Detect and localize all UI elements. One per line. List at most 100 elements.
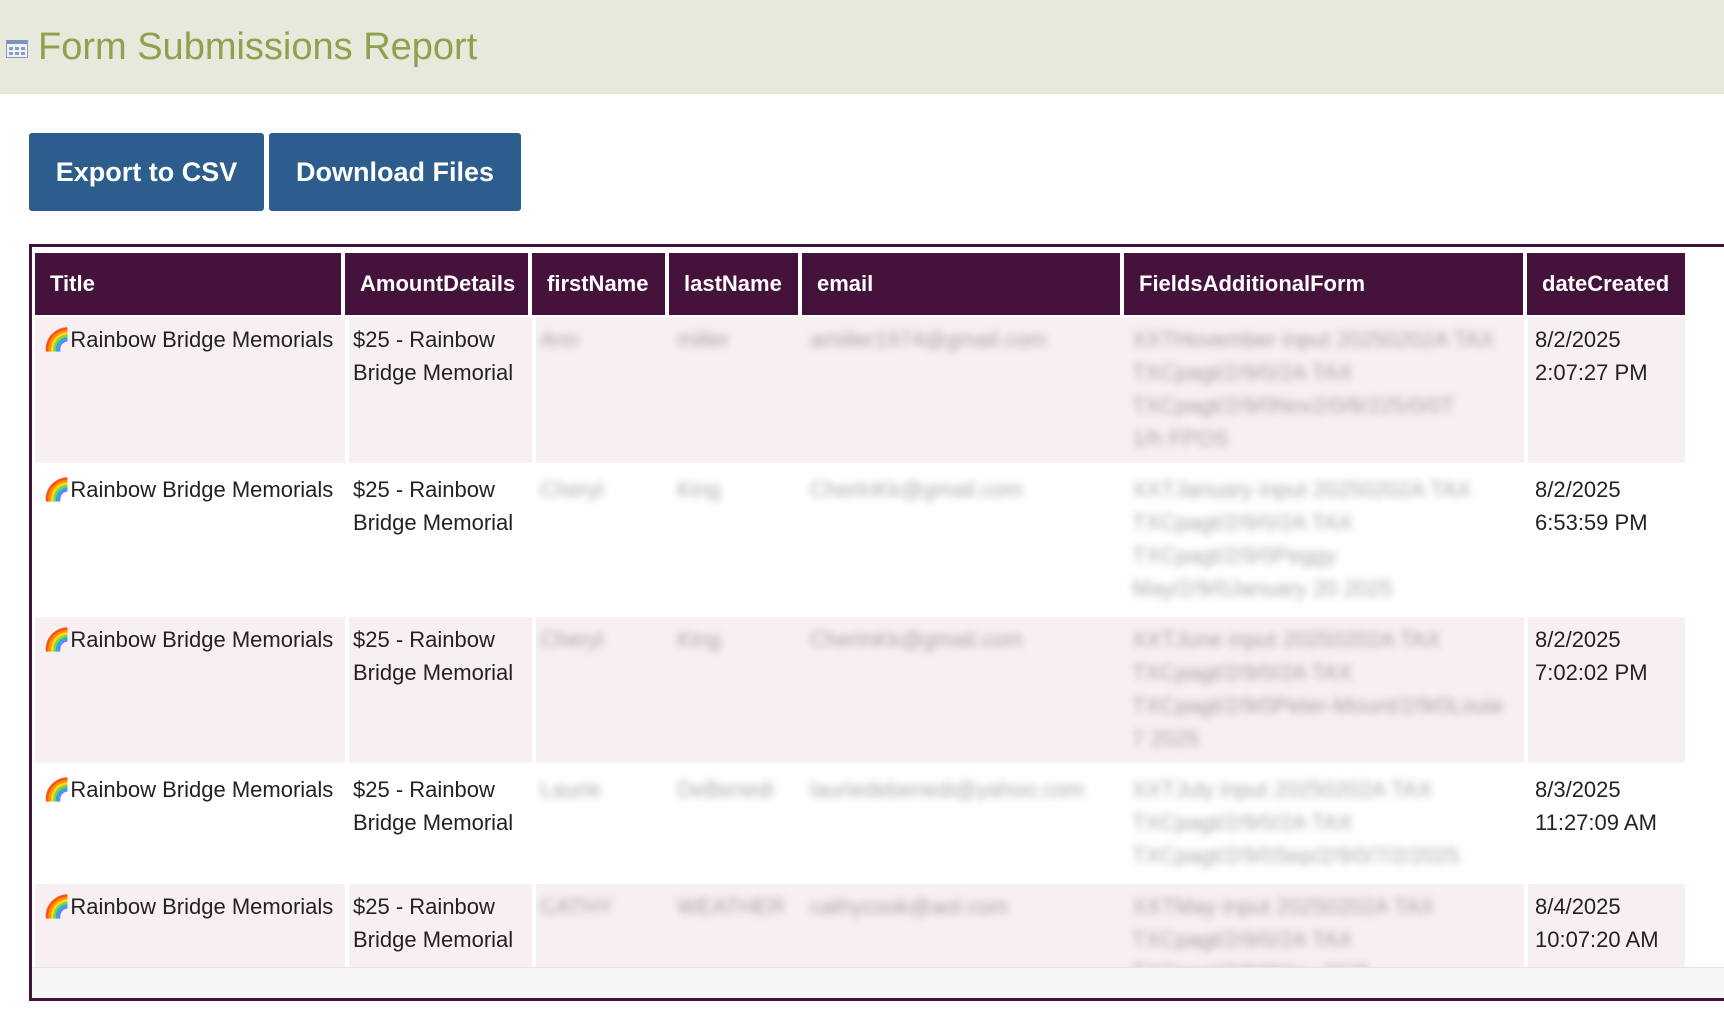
horizontal-scrollbar[interactable] xyxy=(32,967,1724,998)
time-line: 11:27:09 AM xyxy=(1535,810,1657,835)
table-row[interactable]: 🌈Rainbow Bridge Memorials $25 - Rainbow Br… xyxy=(35,617,1685,763)
amount-details-cell: $25 - Rainbow Bridge Memorial xyxy=(345,767,532,845)
additional-field-line: XXTHovember input 20250202A TAX xyxy=(1132,327,1495,352)
table-row[interactable]: 🌈Rainbow Bridge Memorials $25 - Rainbow Br… xyxy=(35,884,1685,985)
amount-line-2: Bridge Memorial xyxy=(353,660,514,685)
column-separator xyxy=(345,617,349,763)
column-separator xyxy=(1524,617,1528,763)
date-line: 8/2/2025 xyxy=(1535,327,1621,352)
table-row[interactable]: 🌈Rainbow Bridge Memorials $25 - Rainbow Br… xyxy=(35,467,1685,613)
amount-details-cell: $25 - Rainbow Bridge Memorial xyxy=(345,617,532,695)
additional-field-line: 7 2025 xyxy=(1132,726,1200,751)
report-header-bar: Form Submissions Report xyxy=(0,0,1724,94)
download-files-button[interactable]: Download Files xyxy=(269,133,521,211)
additional-field-line: 1/h FPOS xyxy=(1132,426,1229,451)
column-separator xyxy=(532,767,536,880)
column-separator xyxy=(345,884,349,974)
submissions-table: Title AmountDetails firstName lastName e… xyxy=(29,244,1724,1001)
page-title: Form Submissions Report xyxy=(38,26,478,68)
export-csv-button[interactable]: Export to CSV xyxy=(29,133,264,211)
last-name-cell: WEATHER xyxy=(677,894,786,919)
email-cell: amiller1974@gmail.com xyxy=(810,327,1047,352)
time-line: 10:07:20 AM xyxy=(1535,927,1659,952)
additional-field-line: XXTJanuary input 20250202A TAX xyxy=(1132,477,1472,502)
additional-field-line: TXCpagt/2/9/0Peter-Mount/2/9/0Louie xyxy=(1132,693,1504,718)
amount-line-1: $25 - Rainbow xyxy=(353,777,495,802)
title-text: Rainbow Bridge Memorials xyxy=(70,627,334,652)
last-name-cell: King xyxy=(677,627,722,652)
title-cell: 🌈Rainbow Bridge Memorials xyxy=(35,767,345,812)
column-header-email[interactable]: email xyxy=(802,253,1120,315)
title-cell: 🌈Rainbow Bridge Memorials xyxy=(35,884,345,929)
title-text: Rainbow Bridge Memorials xyxy=(70,894,334,919)
column-separator xyxy=(532,617,536,763)
title-cell: 🌈Rainbow Bridge Memorials xyxy=(35,617,345,662)
amount-details-cell: $25 - Rainbow Bridge Memorial xyxy=(345,467,532,545)
amount-line-1: $25 - Rainbow xyxy=(353,627,495,652)
additional-field-line: XXTJune input 20250202A TAX xyxy=(1132,627,1441,652)
last-name-cell: King xyxy=(677,477,722,502)
additional-form-fields-cell: XXTJuly input 20250202A TAX TXCpagt/2/9/0… xyxy=(1124,767,1527,878)
column-header-amountdetails[interactable]: AmountDetails xyxy=(345,253,528,315)
email-cell: CherlnKk@gmail.com xyxy=(810,627,1024,652)
column-separator xyxy=(532,317,536,463)
column-header-lastname[interactable]: lastName xyxy=(669,253,798,315)
amount-line-2: Bridge Memorial xyxy=(353,360,514,385)
title-cell: 🌈Rainbow Bridge Memorials xyxy=(35,467,345,512)
rainbow-icon: 🌈 xyxy=(43,477,71,502)
email-cell: cathycook@aol.com xyxy=(810,894,1009,919)
additional-field-line: TXCpagt/2/9/0/2A TAX xyxy=(1132,510,1353,535)
rainbow-icon: 🌈 xyxy=(43,894,71,919)
time-line: 7:02:02 PM xyxy=(1535,660,1648,685)
title-text: Rainbow Bridge Memorials xyxy=(70,777,334,802)
additional-field-line: May/2/9/0January 20 2025 xyxy=(1132,576,1393,601)
table-row[interactable]: 🌈Rainbow Bridge Memorials $25 - Rainbow Br… xyxy=(35,767,1685,880)
last-name-cell: DeBenedi xyxy=(677,777,774,802)
first-name-cell: Laurie xyxy=(540,777,602,802)
time-line: 2:07:27 PM xyxy=(1535,360,1648,385)
additional-field-line: TXCpagt/2/9/0Sep/2/9/0/7/2/2025 xyxy=(1132,843,1460,868)
column-separator xyxy=(345,317,349,463)
title-text: Rainbow Bridge Memorials xyxy=(70,327,334,352)
rainbow-icon: 🌈 xyxy=(43,777,71,802)
column-header-datecreated[interactable]: dateCreated xyxy=(1527,253,1685,315)
additional-form-fields-cell: XXTJanuary input 20250202A TAX TXCpagt/2/… xyxy=(1124,467,1527,611)
additional-field-line: XXTMay input 20250202A TAX xyxy=(1132,894,1435,919)
date-created-cell: 8/4/2025 10:07:20 AM xyxy=(1527,884,1685,962)
column-separator xyxy=(532,884,536,974)
column-separator xyxy=(1524,317,1528,463)
date-line: 8/3/2025 xyxy=(1535,777,1621,802)
column-header-title[interactable]: Title xyxy=(35,253,341,315)
column-separator xyxy=(1524,467,1528,613)
additional-form-fields-cell: XXTHovember input 20250202A TAX TXCpagt/2… xyxy=(1124,317,1527,461)
last-name-cell: miller xyxy=(677,327,730,352)
column-header-firstname[interactable]: firstName xyxy=(532,253,665,315)
time-line: 6:53:59 PM xyxy=(1535,510,1648,535)
additional-field-line: TXCpagt/2/9/0/2A TAX xyxy=(1132,660,1353,685)
date-created-cell: 8/2/2025 6:53:59 PM xyxy=(1527,467,1685,545)
email-cell: lauriedebenedi@yahoo.com xyxy=(810,777,1085,802)
column-header-fieldsadditionalform[interactable]: FieldsAdditionalForm xyxy=(1124,253,1523,315)
amount-details-cell: $25 - Rainbow Bridge Memorial xyxy=(345,317,532,395)
table-row[interactable]: 🌈Rainbow Bridge Memorials $25 - Rainbow Br… xyxy=(35,317,1685,463)
amount-line-1: $25 - Rainbow xyxy=(353,894,495,919)
date-created-cell: 8/3/2025 11:27:09 AM xyxy=(1527,767,1685,845)
rainbow-icon: 🌈 xyxy=(43,627,71,652)
email-cell: CherlnKk@gmail.com xyxy=(810,477,1024,502)
title-text: Rainbow Bridge Memorials xyxy=(70,477,334,502)
table-report-icon xyxy=(6,40,28,58)
first-name-cell: CATHY xyxy=(540,894,613,919)
date-created-cell: 8/2/2025 2:07:27 PM xyxy=(1527,317,1685,395)
amount-line-1: $25 - Rainbow xyxy=(353,477,495,502)
date-created-cell: 8/2/2025 7:02:02 PM xyxy=(1527,617,1685,695)
column-separator xyxy=(345,467,349,613)
additional-field-line: TXCpagt/2/9/0/2A TAX xyxy=(1132,360,1353,385)
amount-line-1: $25 - Rainbow xyxy=(353,327,495,352)
date-line: 8/4/2025 xyxy=(1535,894,1621,919)
additional-field-line: TXCpagt/2/9/0/2A TAX xyxy=(1132,810,1353,835)
first-name-cell: Cheryl xyxy=(540,627,604,652)
amount-details-cell: $25 - Rainbow Bridge Memorial xyxy=(345,884,532,962)
additional-form-fields-cell: XXTJune input 20250202A TAX TXCpagt/2/9/0… xyxy=(1124,617,1527,761)
column-separator xyxy=(532,467,536,613)
additional-field-line: TXCpagt/2/9/0Peggy xyxy=(1132,543,1337,568)
